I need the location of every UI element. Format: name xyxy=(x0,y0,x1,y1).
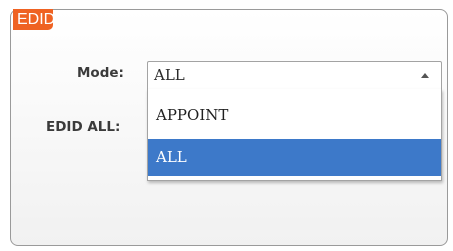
mode-label: Mode: xyxy=(77,65,124,81)
mode-select[interactable]: ALL xyxy=(147,61,442,90)
edid-all-label: EDID ALL: xyxy=(46,119,121,135)
option-all[interactable]: ALL xyxy=(148,139,441,176)
chevron-up-icon[interactable] xyxy=(421,73,429,78)
option-appoint[interactable]: APPOINT xyxy=(148,102,441,128)
panel-tab-edid: EDID xyxy=(13,9,55,30)
mode-dropdown-list: APPOINT ALL xyxy=(147,89,442,181)
mode-select-value: ALL xyxy=(154,66,185,84)
